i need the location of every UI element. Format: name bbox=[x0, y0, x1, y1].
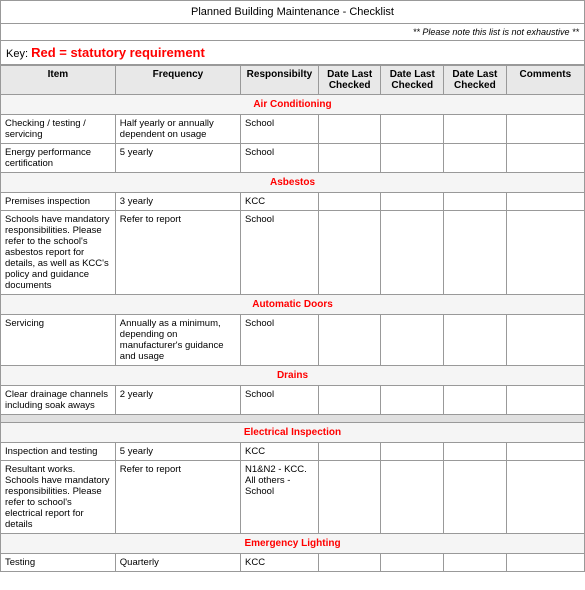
cell-comments bbox=[506, 461, 584, 534]
cell-date-2 bbox=[381, 443, 444, 461]
key-label: Key: bbox=[6, 48, 28, 60]
spacer-row bbox=[1, 415, 585, 423]
cell-comments bbox=[506, 315, 584, 366]
cell-date-3 bbox=[444, 193, 507, 211]
cell-date-1 bbox=[318, 386, 381, 415]
page-title: Planned Building Maintenance - Checklist bbox=[0, 0, 585, 24]
cell-frequency: Refer to report bbox=[115, 461, 240, 534]
table-row: Clear drainage channels including soak a… bbox=[1, 386, 585, 415]
cell-date-1 bbox=[318, 115, 381, 144]
key-row: Key: Red = statutory requirement bbox=[0, 41, 585, 65]
cell-date-2 bbox=[381, 315, 444, 366]
section-header-automatic-doors: Automatic Doors bbox=[1, 295, 585, 315]
cell-date-1 bbox=[318, 315, 381, 366]
cell-comments bbox=[506, 211, 584, 295]
cell-date-1 bbox=[318, 144, 381, 173]
cell-item: Checking / testing / servicing bbox=[1, 115, 116, 144]
cell-comments bbox=[506, 193, 584, 211]
cell-item: Servicing bbox=[1, 315, 116, 366]
section-header-emergency-lighting: Emergency Lighting bbox=[1, 534, 585, 554]
table-row: Energy performance certification5 yearly… bbox=[1, 144, 585, 173]
cell-date-1 bbox=[318, 211, 381, 295]
table-row: Inspection and testing5 yearlyKCC bbox=[1, 443, 585, 461]
header-date1: Date Last Checked bbox=[318, 66, 381, 95]
cell-frequency: Quarterly bbox=[115, 554, 240, 572]
cell-responsibility: School bbox=[241, 386, 319, 415]
cell-responsibility: School bbox=[241, 115, 319, 144]
header-date2: Date Last Checked bbox=[381, 66, 444, 95]
section-header-electrical-inspection: Electrical Inspection bbox=[1, 423, 585, 443]
cell-comments bbox=[506, 443, 584, 461]
cell-date-1 bbox=[318, 554, 381, 572]
cell-responsibility: School bbox=[241, 315, 319, 366]
cell-date-2 bbox=[381, 115, 444, 144]
cell-frequency: 3 yearly bbox=[115, 193, 240, 211]
table-row: Schools have mandatory responsibilities.… bbox=[1, 211, 585, 295]
cell-item: Premises inspection bbox=[1, 193, 116, 211]
cell-date-2 bbox=[381, 386, 444, 415]
section-header-drains: Drains bbox=[1, 366, 585, 386]
cell-responsibility: KCC bbox=[241, 554, 319, 572]
cell-frequency: Half yearly or annually dependent on usa… bbox=[115, 115, 240, 144]
cell-item: Testing bbox=[1, 554, 116, 572]
cell-date-3 bbox=[444, 386, 507, 415]
cell-responsibility: N1&N2 - KCC. All others - School bbox=[241, 461, 319, 534]
table-row: TestingQuarterlyKCC bbox=[1, 554, 585, 572]
page: Planned Building Maintenance - Checklist… bbox=[0, 0, 585, 590]
cell-responsibility: School bbox=[241, 211, 319, 295]
cell-date-3 bbox=[444, 554, 507, 572]
header-responsibility: Responsibilty bbox=[241, 66, 319, 95]
section-header-asbestos: Asbestos bbox=[1, 173, 585, 193]
cell-date-3 bbox=[444, 115, 507, 144]
cell-frequency: 5 yearly bbox=[115, 144, 240, 173]
cell-comments bbox=[506, 554, 584, 572]
header-comments: Comments bbox=[506, 66, 584, 95]
cell-date-1 bbox=[318, 443, 381, 461]
cell-comments bbox=[506, 386, 584, 415]
cell-frequency: Refer to report bbox=[115, 211, 240, 295]
cell-frequency: 5 yearly bbox=[115, 443, 240, 461]
note-text: ** Please note this list is not exhausti… bbox=[0, 24, 585, 41]
header-item: Item bbox=[1, 66, 116, 95]
cell-item: Clear drainage channels including soak a… bbox=[1, 386, 116, 415]
cell-frequency: 2 yearly bbox=[115, 386, 240, 415]
cell-date-3 bbox=[444, 144, 507, 173]
checklist-table: Item Frequency Responsibilty Date Last C… bbox=[0, 65, 585, 572]
cell-responsibility: School bbox=[241, 144, 319, 173]
cell-date-3 bbox=[444, 443, 507, 461]
cell-date-1 bbox=[318, 461, 381, 534]
cell-responsibility: KCC bbox=[241, 193, 319, 211]
cell-date-2 bbox=[381, 554, 444, 572]
header-frequency: Frequency bbox=[115, 66, 240, 95]
table-row: Resultant works. Schools have mandatory … bbox=[1, 461, 585, 534]
key-value: Red = statutory requirement bbox=[31, 45, 205, 60]
section-header-air-conditioning: Air Conditioning bbox=[1, 95, 585, 115]
cell-comments bbox=[506, 144, 584, 173]
cell-frequency: Annually as a minimum, depending on manu… bbox=[115, 315, 240, 366]
cell-date-3 bbox=[444, 461, 507, 534]
cell-date-1 bbox=[318, 193, 381, 211]
cell-item: Resultant works. Schools have mandatory … bbox=[1, 461, 116, 534]
cell-comments bbox=[506, 115, 584, 144]
cell-item: Inspection and testing bbox=[1, 443, 116, 461]
table-row: Checking / testing / servicingHalf yearl… bbox=[1, 115, 585, 144]
cell-item: Energy performance certification bbox=[1, 144, 116, 173]
cell-date-2 bbox=[381, 193, 444, 211]
cell-date-3 bbox=[444, 315, 507, 366]
table-row: ServicingAnnually as a minimum, dependin… bbox=[1, 315, 585, 366]
header-date3: Date Last Checked bbox=[444, 66, 507, 95]
cell-date-2 bbox=[381, 461, 444, 534]
cell-date-2 bbox=[381, 211, 444, 295]
cell-responsibility: KCC bbox=[241, 443, 319, 461]
cell-date-2 bbox=[381, 144, 444, 173]
cell-date-3 bbox=[444, 211, 507, 295]
cell-item: Schools have mandatory responsibilities.… bbox=[1, 211, 116, 295]
table-row: Premises inspection3 yearlyKCC bbox=[1, 193, 585, 211]
